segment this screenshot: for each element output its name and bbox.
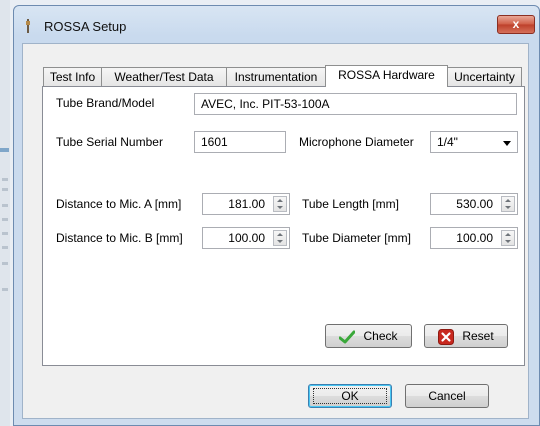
dist-b-label: Distance to Mic. B [mm] bbox=[56, 231, 183, 245]
focus-rectangle bbox=[313, 388, 387, 404]
dist-b-spinner-icon[interactable] bbox=[273, 230, 287, 246]
tube-brand-label: Tube Brand/Model bbox=[56, 96, 155, 110]
tube-length-input[interactable]: 530.00 bbox=[430, 193, 518, 215]
tube-diameter-input[interactable]: 100.00 bbox=[430, 227, 518, 249]
red-x-icon bbox=[438, 328, 455, 345]
checkmark-icon bbox=[339, 330, 356, 344]
cancel-button-label: Cancel bbox=[428, 389, 466, 403]
mic-diameter-value: 1/4" bbox=[437, 135, 458, 149]
dist-a-value: 181.00 bbox=[228, 197, 265, 211]
tube-length-value: 530.00 bbox=[456, 197, 493, 211]
tube-brand-input[interactable]: AVEC, Inc. PIT-53-100A bbox=[194, 93, 517, 115]
close-icon: x bbox=[512, 17, 520, 31]
dist-a-input[interactable]: 181.00 bbox=[202, 193, 290, 215]
app-icon bbox=[26, 19, 30, 33]
tube-diameter-spinner-icon[interactable] bbox=[501, 230, 515, 246]
tube-diameter-value: 100.00 bbox=[456, 231, 493, 245]
mic-diameter-label: Microphone Diameter bbox=[299, 135, 414, 149]
check-button[interactable]: Check bbox=[325, 324, 412, 348]
tab-rossa-hardware[interactable]: ROSSA Hardware bbox=[325, 65, 448, 87]
dist-b-value: 100.00 bbox=[228, 231, 265, 245]
ok-button[interactable]: OK bbox=[308, 384, 392, 408]
reset-button-label: Reset bbox=[462, 329, 494, 343]
dist-a-label: Distance to Mic. A [mm] bbox=[56, 197, 182, 211]
dist-b-input[interactable]: 100.00 bbox=[202, 227, 290, 249]
tube-diameter-label: Tube Diameter [mm] bbox=[302, 231, 411, 245]
tube-serial-input[interactable]: 1601 bbox=[194, 131, 286, 153]
tab-uncertainty[interactable]: Uncertainty bbox=[447, 67, 522, 86]
dist-a-spinner-icon[interactable] bbox=[273, 196, 287, 212]
rossa-setup-dialog: ROSSA Setup x Test Info Weather/Test Dat… bbox=[13, 5, 540, 426]
cancel-button[interactable]: Cancel bbox=[405, 384, 489, 408]
tab-instrumentation[interactable]: Instrumentation bbox=[226, 67, 326, 86]
tube-length-spinner-icon[interactable] bbox=[501, 196, 515, 212]
title-bar[interactable]: ROSSA Setup x bbox=[14, 6, 539, 44]
window-title: ROSSA Setup bbox=[44, 19, 127, 34]
dialog-client-area: Test Info Weather/Test Data Instrumentat… bbox=[22, 43, 529, 419]
tab-test-info[interactable]: Test Info bbox=[43, 67, 102, 86]
mic-diameter-select[interactable]: 1/4" bbox=[430, 131, 518, 153]
reset-button[interactable]: Reset bbox=[424, 324, 508, 348]
check-button-label: Check bbox=[363, 329, 398, 343]
tube-serial-label: Tube Serial Number bbox=[56, 135, 163, 149]
chevron-down-icon bbox=[503, 141, 511, 146]
background-window-edge bbox=[0, 0, 10, 426]
tube-length-label: Tube Length [mm] bbox=[302, 197, 399, 211]
close-button[interactable]: x bbox=[497, 15, 535, 34]
rossa-hardware-panel: Tube Brand/Model AVEC, Inc. PIT-53-100A … bbox=[42, 86, 525, 366]
tab-weather-test-data[interactable]: Weather/Test Data bbox=[101, 67, 227, 86]
